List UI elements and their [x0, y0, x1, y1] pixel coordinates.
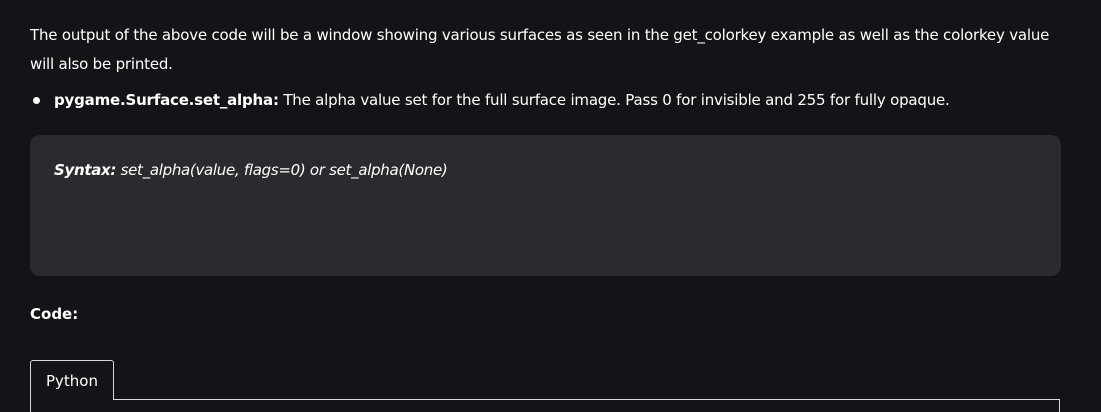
- syntax-label: Syntax:: [54, 161, 117, 179]
- syntax-box: Syntax: set_alpha(value, flags=0) or set…: [30, 135, 1061, 276]
- method-description: The alpha value set for the full surface…: [278, 91, 950, 109]
- tab-python[interactable]: Python: [30, 360, 114, 400]
- list-item: pygame.Surface.set_alpha: The alpha valu…: [30, 86, 950, 115]
- intro-paragraph: The output of the above code will be a w…: [30, 26, 1050, 73]
- article-content: The output of the above code will be a w…: [0, 0, 1101, 412]
- bullet-icon: [33, 97, 40, 104]
- code-heading: Code:: [30, 305, 79, 323]
- method-name: pygame.Surface.set_alpha:: [54, 91, 279, 109]
- syntax-text: set_alpha(value, flags=0) or set_alpha(N…: [116, 161, 448, 179]
- method-list: pygame.Surface.set_alpha: The alpha valu…: [30, 86, 950, 115]
- code-panel: [30, 399, 1060, 412]
- syntax-line: Syntax: set_alpha(value, flags=0) or set…: [54, 161, 448, 179]
